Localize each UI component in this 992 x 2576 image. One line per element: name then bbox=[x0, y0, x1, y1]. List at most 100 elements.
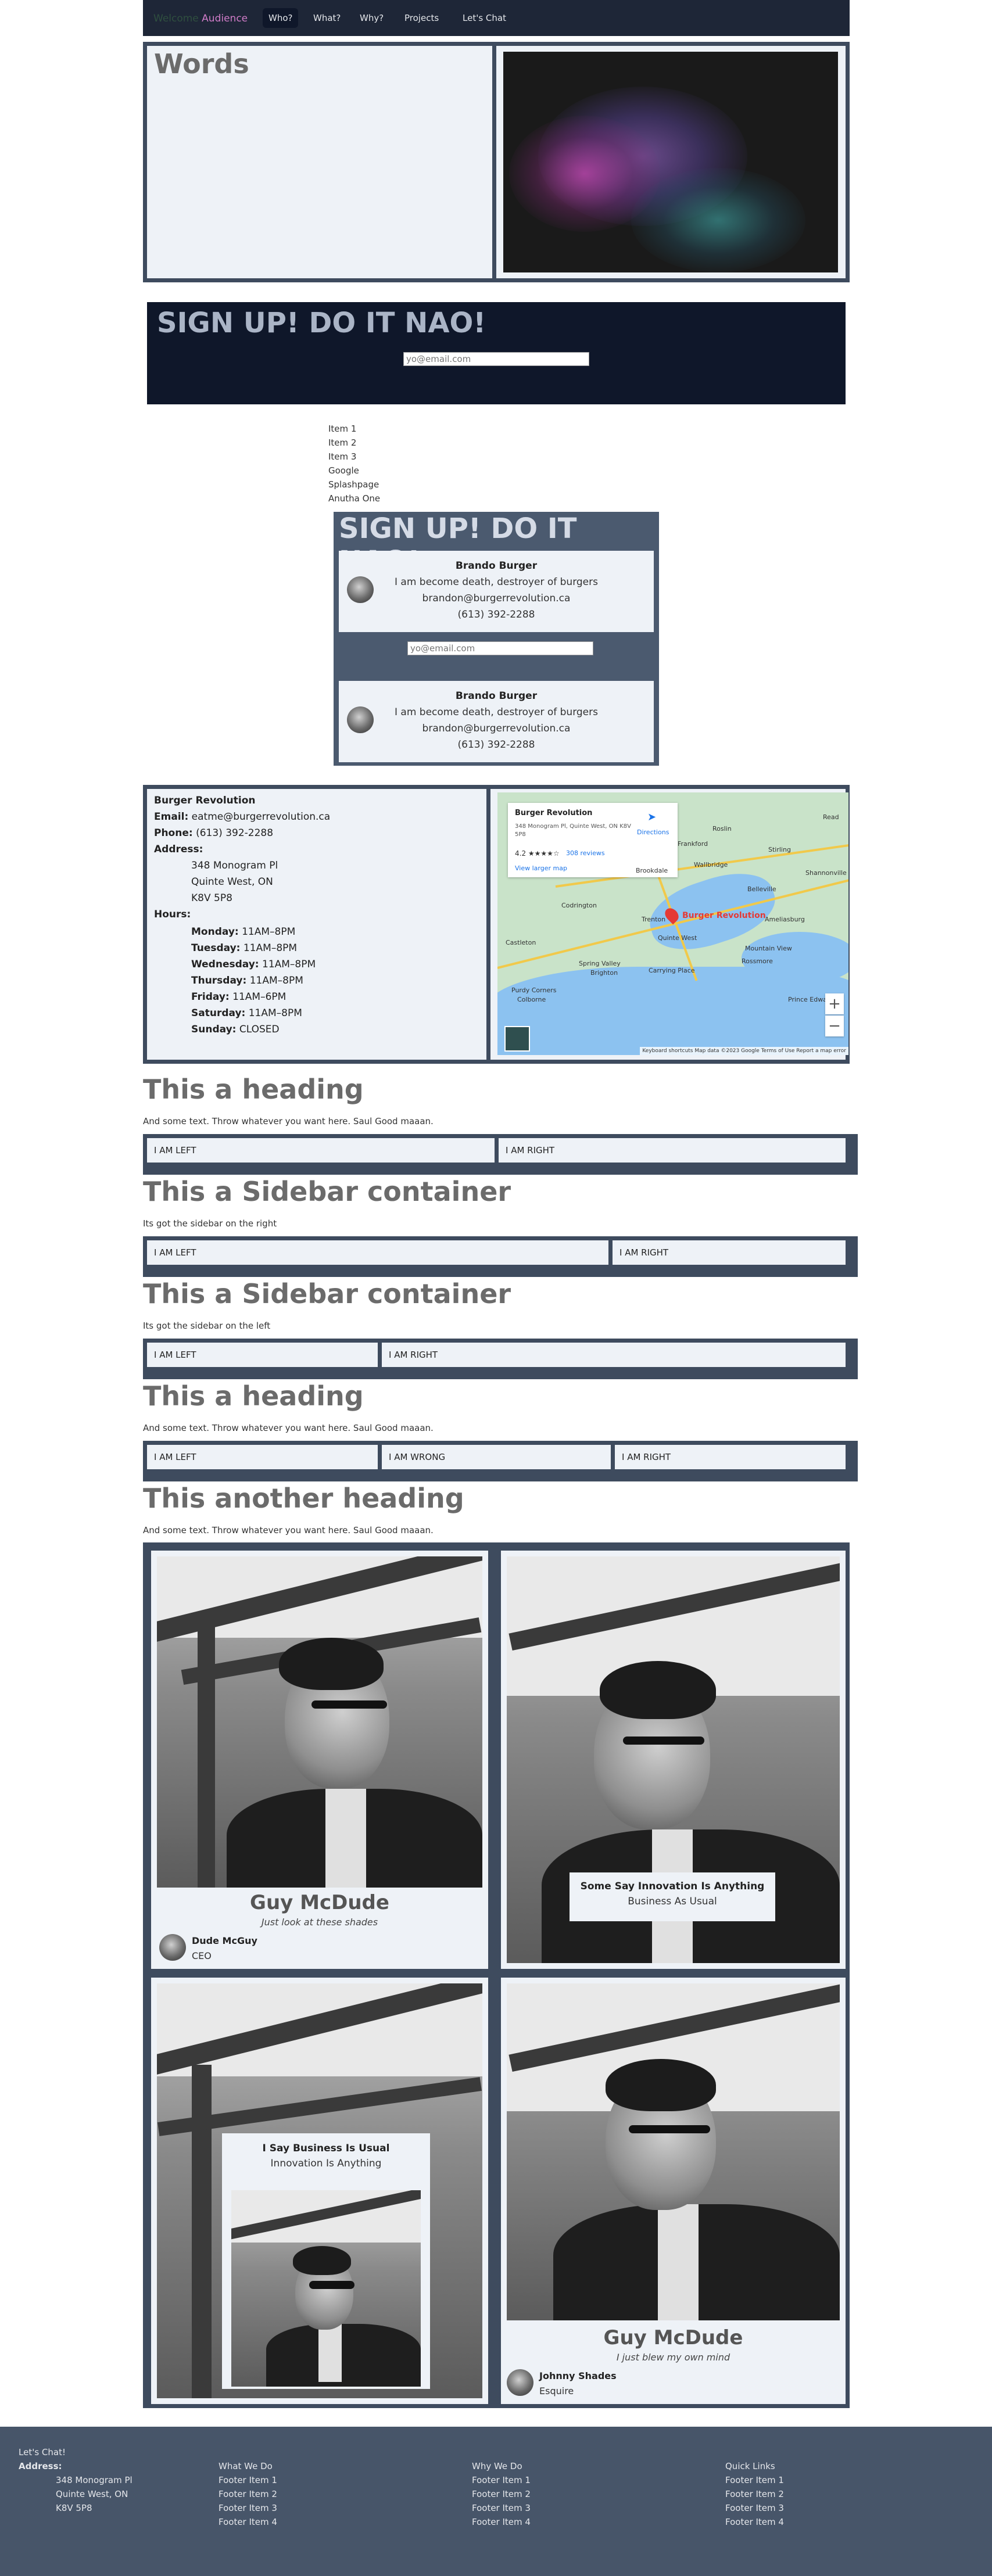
hours-time: 11AM–6PM bbox=[232, 991, 287, 1003]
signup-email-input[interactable] bbox=[403, 352, 589, 366]
satellite-toggle-button[interactable] bbox=[504, 1026, 530, 1052]
embedded-map[interactable]: Burger Revolution 348 Monogram Pl, Quint… bbox=[497, 792, 848, 1055]
footer-link[interactable]: Footer Item 1 bbox=[725, 2473, 784, 2487]
footer-column-what: What We Do Footer Item 1 Footer Item 2 F… bbox=[219, 2459, 277, 2529]
footer-column-title: Quick Links bbox=[725, 2461, 775, 2471]
map-town-label: Purdy Corners bbox=[511, 986, 557, 994]
section-heading: This a heading bbox=[143, 1380, 364, 1412]
sidebar-right-row: I AM LEFT I AM RIGHT bbox=[143, 1236, 858, 1277]
card-quote: I just blew my own mind bbox=[616, 2352, 730, 2363]
list-item[interactable]: Google bbox=[328, 464, 445, 478]
map-view-larger-link[interactable]: View larger map bbox=[515, 864, 567, 872]
person-email[interactable]: brandon@burgerrevolution.ca bbox=[339, 723, 654, 734]
map-town-label: Codrington bbox=[561, 902, 597, 909]
profile-card: Guy McDude Just look at these shades Dud… bbox=[151, 1551, 488, 1969]
contact-email[interactable]: eatme@burgerrevolution.ca bbox=[192, 811, 331, 823]
signup-card-email-input[interactable] bbox=[407, 641, 593, 655]
map-town-label: Stirling bbox=[768, 846, 791, 853]
nav-link-why[interactable]: Why? bbox=[354, 8, 389, 28]
footer-link[interactable]: Footer Item 3 bbox=[725, 2501, 784, 2515]
person-phone[interactable]: (613) 392-2288 bbox=[339, 609, 654, 620]
footer-link[interactable]: Footer Item 1 bbox=[219, 2473, 277, 2487]
nav-link-what[interactable]: What? bbox=[307, 8, 346, 28]
footer-address-label: Address: bbox=[19, 2461, 62, 2471]
footer-link[interactable]: Footer Item 1 bbox=[472, 2473, 531, 2487]
map-attribution[interactable]: Keyboard shortcuts Map data ©2023 Google… bbox=[640, 1047, 848, 1055]
signup-card-widget: SIGN UP! DO IT NAO! Brando Burger I am b… bbox=[334, 512, 659, 766]
map-town-label: Brookdale bbox=[636, 867, 668, 874]
hours-day: Friday: bbox=[191, 991, 230, 1003]
avatar bbox=[159, 1934, 186, 1961]
footer-column-quick-links: Quick Links Footer Item 1 Footer Item 2 … bbox=[725, 2459, 784, 2529]
nav-link-lets-chat[interactable]: Let's Chat bbox=[457, 8, 512, 28]
hours-day: Saturday: bbox=[191, 1007, 246, 1019]
map-town-label: Shannonville bbox=[805, 869, 847, 877]
footer-link[interactable]: Footer Item 4 bbox=[472, 2515, 531, 2529]
footer-link[interactable]: Footer Item 2 bbox=[725, 2487, 784, 2501]
overlay-title: I Say Business Is Usual bbox=[262, 2143, 390, 2154]
nav-link-who[interactable]: Who? bbox=[263, 8, 299, 28]
card-person-role: CEO bbox=[192, 1950, 212, 1961]
list-item[interactable]: Item 2 bbox=[328, 436, 445, 450]
map-town-label: Read bbox=[823, 813, 839, 821]
person-phone[interactable]: (613) 392-2288 bbox=[339, 739, 654, 751]
card-person-name: Dude McGuy bbox=[192, 1935, 257, 1946]
list-item[interactable]: Item 1 bbox=[328, 422, 445, 436]
hours-time: 11AM–8PM bbox=[243, 942, 298, 954]
address-line: K8V 5P8 bbox=[191, 892, 232, 904]
list-item[interactable]: Item 3 bbox=[328, 450, 445, 464]
quote-card: Some Say Innovation Is Anything Business… bbox=[501, 1551, 846, 1969]
footer-link[interactable]: Footer Item 4 bbox=[725, 2515, 784, 2529]
section-heading: This a Sidebar container bbox=[143, 1176, 511, 1207]
map-town-label: Belleville bbox=[747, 885, 776, 893]
footer-column-why: Why We Do Footer Item 1 Footer Item 2 Fo… bbox=[472, 2459, 531, 2529]
map-directions-link[interactable]: Directions bbox=[637, 828, 669, 836]
hours-day: Tuesday: bbox=[191, 942, 241, 954]
contact-phone[interactable]: (613) 392-2288 bbox=[196, 827, 273, 839]
map-town-label: Colborne bbox=[517, 996, 546, 1003]
gallery-grid: Guy McDude Just look at these shades Dud… bbox=[143, 1542, 850, 2408]
business-name: Burger Revolution bbox=[154, 795, 256, 806]
card-person-role: Esquire bbox=[539, 2385, 574, 2396]
map-town-label: Quinte West bbox=[658, 934, 697, 942]
map-place-name: Burger Revolution bbox=[515, 809, 593, 817]
footer-address-line: K8V 5P8 bbox=[56, 2503, 92, 2513]
section-subtext: Its got the sidebar on the left bbox=[143, 1321, 271, 1331]
footer-link[interactable]: Footer Item 3 bbox=[219, 2501, 277, 2515]
footer-column-title: What We Do bbox=[219, 2461, 273, 2471]
two-column-row: I AM LEFT I AM RIGHT bbox=[143, 1134, 858, 1175]
map-town-label: Frankford bbox=[678, 840, 708, 848]
hours-day: Monday: bbox=[191, 926, 239, 938]
signup-title: SIGN UP! DO IT NAO! bbox=[157, 307, 486, 339]
person-email[interactable]: brandon@burgerrevolution.ca bbox=[339, 593, 654, 604]
section-subtext: And some text. Throw whatever you want h… bbox=[143, 1525, 434, 1535]
card-title: Guy McDude bbox=[250, 1891, 389, 1914]
zoom-out-button[interactable]: − bbox=[825, 1016, 844, 1036]
zoom-in-button[interactable]: + bbox=[825, 993, 844, 1014]
site-logo[interactable]: Welcome Audience bbox=[153, 13, 248, 24]
footer-link[interactable]: Footer Item 4 bbox=[219, 2515, 277, 2529]
list-item[interactable]: Anutha One bbox=[328, 491, 445, 505]
person-tagline: I am become death, destroyer of burgers bbox=[395, 576, 598, 588]
column-right: I AM RIGHT bbox=[615, 1445, 846, 1469]
map-reviews-link[interactable]: 308 reviews bbox=[566, 849, 605, 857]
overlay-subtitle: Innovation Is Anything bbox=[270, 2158, 382, 2169]
section-subtext: Its got the sidebar on the right bbox=[143, 1218, 277, 1229]
footer-link[interactable]: Footer Item 3 bbox=[472, 2501, 531, 2515]
footer-link[interactable]: Footer Item 2 bbox=[472, 2487, 531, 2501]
logo-word-1: Welcome bbox=[153, 13, 199, 24]
list-item[interactable]: Splashpage bbox=[328, 478, 445, 491]
nav-link-projects[interactable]: Projects bbox=[399, 8, 445, 28]
person-card: Brando Burger I am become death, destroy… bbox=[339, 551, 654, 632]
hours-day: Wednesday: bbox=[191, 959, 259, 970]
footer-link[interactable]: Footer Item 2 bbox=[219, 2487, 277, 2501]
footer-title: Let's Chat! bbox=[19, 2447, 66, 2457]
map-town-label: Castleton bbox=[506, 939, 536, 946]
footer-column-title: Why We Do bbox=[472, 2461, 522, 2471]
map-town-label: Brighton bbox=[590, 969, 618, 977]
address-line: Quinte West, ON bbox=[191, 876, 273, 888]
map-rating: 4.2 ★★★★☆ bbox=[515, 849, 560, 858]
directions-icon[interactable]: ➤ bbox=[647, 811, 659, 823]
site-footer: Let's Chat! Address: 348 Monogram Pl Qui… bbox=[0, 2427, 992, 2576]
hours-time: 11AM–8PM bbox=[249, 975, 303, 986]
